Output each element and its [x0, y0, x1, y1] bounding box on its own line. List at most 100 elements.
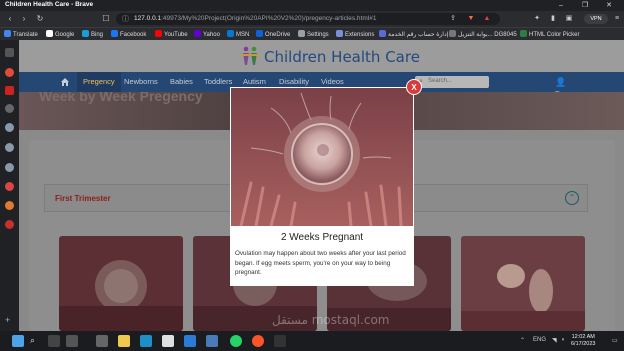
embryo-thumb-1 — [59, 236, 183, 331]
trimester-title: First Trimester — [55, 194, 111, 203]
tray-chevron-icon[interactable]: ⌃ — [520, 337, 525, 344]
url-host: 127.0.0.1 — [134, 15, 162, 22]
widgets-icon[interactable] — [66, 335, 78, 347]
embryo-thumb-4 — [461, 236, 585, 331]
bookmark-color-picker[interactable]: HTML Color Picker — [520, 30, 579, 39]
clock-date: 6/17/2023 — [571, 341, 596, 347]
color-picker-icon — [520, 30, 527, 37]
site-logo-text[interactable]: Children Health Care — [264, 48, 420, 66]
brave-rewards-icon[interactable]: ▲ — [482, 14, 492, 24]
article-thumb-week-4[interactable] — [461, 236, 585, 331]
site-info-icon[interactable]: ⓘ — [122, 14, 129, 24]
volume-icon[interactable]: ◖ — [561, 337, 565, 343]
brave-taskbar-icon[interactable] — [252, 335, 264, 347]
nav-newborns[interactable]: Newborns — [124, 72, 158, 92]
bookmark-dg8045[interactable]: بوابة التنزيل... DG8045 — [449, 30, 517, 39]
bookmark-facebook[interactable]: Facebook — [111, 30, 146, 39]
edge-icon[interactable] — [140, 335, 152, 347]
forward-icon[interactable]: › — [18, 13, 30, 25]
window-title: Children Health Care - Brave — [5, 1, 94, 8]
modal-body-text: Ovulation may happen about two weeks aft… — [235, 250, 406, 276]
history-icon[interactable] — [5, 123, 14, 132]
user-account-icon[interactable]: 👤▾ — [555, 77, 569, 98]
bookmarks-sidebar-icon[interactable] — [5, 104, 14, 113]
bookmarks-bar: Translate Google Bing Facebook YouTube Y… — [0, 27, 624, 40]
site-header: Children Health Care — [19, 40, 624, 72]
facebook-icon — [111, 30, 118, 37]
bing-icon — [82, 30, 89, 37]
visual-studio-icon[interactable] — [206, 335, 218, 347]
taskbar-clock[interactable]: 12:02 AM 6/17/2023 — [571, 334, 595, 348]
nav-pregency[interactable]: Pregency — [77, 72, 121, 92]
task-view-icon[interactable] — [48, 335, 60, 347]
bookmark-settings[interactable]: Settings — [298, 30, 329, 39]
vscode-icon[interactable] — [184, 335, 196, 347]
close-window-icon[interactable]: ✕ — [598, 0, 620, 11]
back-icon[interactable]: ‹ — [4, 13, 16, 25]
notification-icon[interactable]: ▭ — [612, 337, 618, 344]
egg-cell-illustration — [231, 88, 413, 226]
onedrive-icon — [256, 30, 263, 37]
vpn-button[interactable]: VPN — [584, 14, 608, 24]
modal-image — [231, 88, 413, 226]
article-modal: 2 Weeks Pregnant Ovulation may happen ab… — [230, 87, 414, 286]
bookmark-page-icon[interactable]: ☐ — [100, 13, 112, 25]
extensions-puzzle-icon — [336, 30, 343, 37]
yahoo-icon — [194, 30, 201, 37]
sidebar-toggle-icon[interactable]: ▮ — [548, 14, 558, 24]
brave-shields-icon[interactable]: ▼ — [466, 14, 476, 24]
browser-sidebar: + — [0, 40, 19, 331]
wifi-icon[interactable]: ◥ — [552, 337, 557, 344]
chevron-up-icon[interactable]: ⌃ — [565, 191, 579, 205]
share-icon[interactable]: ⇪ — [448, 14, 458, 24]
article-thumb-week-1[interactable] — [59, 236, 183, 331]
add-sidebar-item-icon[interactable]: + — [5, 316, 14, 325]
google-icon — [46, 30, 53, 37]
reading-list-icon[interactable] — [5, 143, 14, 152]
bookmark-onedrive[interactable]: OneDrive — [256, 30, 290, 39]
modal-close-button[interactable]: X — [406, 79, 422, 95]
address-bar[interactable]: ⓘ 127.0.0.1:49973/My%20Project(Origin%20… — [116, 13, 500, 25]
bookmark-google[interactable]: Google — [46, 30, 74, 39]
browser-toolbar: ‹ › ↻ ☐ ⓘ 127.0.0.1:49973/My%20Project(O… — [0, 11, 624, 27]
gmail-icon[interactable] — [5, 182, 14, 191]
language-indicator[interactable]: ENG — [533, 337, 546, 343]
maximize-icon[interactable]: ❐ — [574, 0, 596, 11]
translate-icon — [4, 30, 11, 37]
home-icon[interactable] — [60, 77, 70, 87]
wallet-sidebar-icon[interactable] — [5, 163, 14, 172]
youtube-sidebar-icon[interactable] — [5, 86, 14, 95]
bookmark-bing[interactable]: Bing — [82, 30, 103, 39]
gmail-alt-icon[interactable] — [5, 201, 14, 210]
reload-icon[interactable]: ↻ — [34, 13, 46, 25]
wallet-icon[interactable]: ▣ — [564, 14, 574, 24]
bookmark-service-account[interactable]: إدارة حساب رقم الخدمة — [379, 30, 448, 39]
rewards-icon[interactable] — [5, 68, 14, 77]
url-path: :49973/My%20Project(Origin%20API%20V2%20… — [161, 15, 377, 22]
nav-toddlers[interactable]: Toddlers — [204, 72, 232, 92]
start-menu-icon[interactable] — [12, 335, 24, 347]
bookmark-yahoo[interactable]: Yahoo — [194, 30, 220, 39]
minimize-icon[interactable]: – — [550, 0, 572, 11]
modal-title: 2 Weeks Pregnant — [280, 232, 364, 243]
bookmark-youtube[interactable]: YouTube — [155, 30, 188, 39]
pinterest-icon[interactable] — [5, 220, 14, 229]
camera-app-icon[interactable] — [96, 335, 108, 347]
store-icon[interactable] — [162, 335, 174, 347]
nav-babies[interactable]: Babies — [170, 72, 193, 92]
bookmark-translate[interactable]: Translate — [4, 30, 38, 39]
file-explorer-icon[interactable] — [118, 335, 130, 347]
service-account-icon — [379, 30, 386, 37]
search-placeholder: Search... — [428, 78, 453, 84]
menu-icon[interactable]: ≡ — [612, 14, 622, 24]
sidebar-panel-icon[interactable] — [5, 48, 14, 57]
youtube-icon — [155, 30, 162, 37]
search-taskbar-icon[interactable]: ⌕ — [30, 335, 42, 347]
whatsapp-icon[interactable] — [230, 335, 242, 347]
bookmark-extensions[interactable]: Extensions — [336, 30, 374, 39]
site-search-input[interactable]: ⌕ Search... — [415, 76, 489, 88]
bookmark-msn[interactable]: MSN — [227, 30, 249, 39]
children-logo-icon — [241, 46, 259, 65]
extensions-icon[interactable]: ✦ — [532, 14, 542, 24]
app-taskbar-icon[interactable] — [274, 335, 286, 347]
